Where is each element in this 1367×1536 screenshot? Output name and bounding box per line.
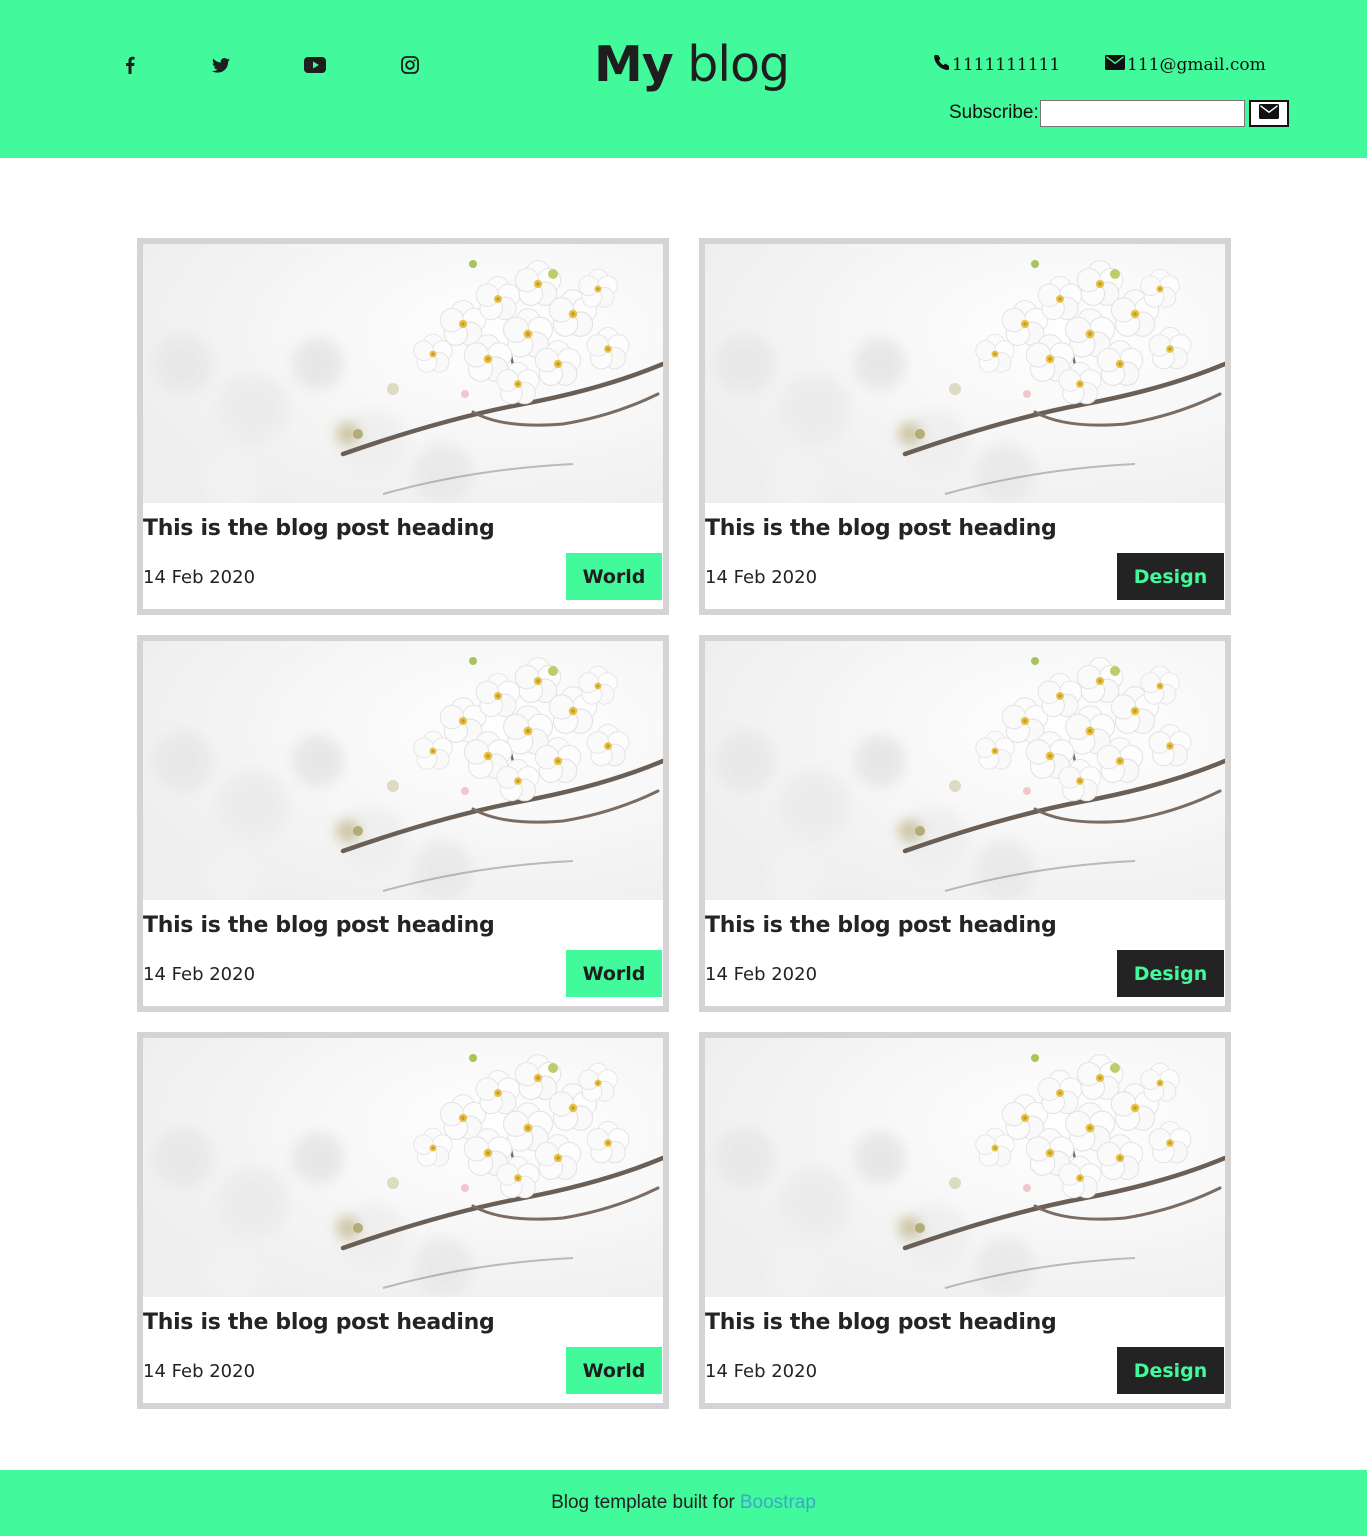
site-header: My blog 1111111111 111@gmail.com Subscri… [0, 0, 1367, 158]
card-heading[interactable]: This is the blog post heading [143, 911, 495, 941]
phone-number: 1111111111 [952, 55, 1061, 75]
card-date: 14 Feb 2020 [705, 964, 818, 985]
phone-icon [934, 54, 950, 76]
blog-card[interactable]: This is the blog post heading 14 Feb 202… [137, 635, 669, 1012]
subscribe-label: Subscribe: [949, 102, 1039, 123]
blog-card[interactable]: This is the blog post heading 14 Feb 202… [699, 635, 1231, 1012]
twitter-icon[interactable] [210, 54, 232, 76]
youtube-icon[interactable] [304, 54, 326, 76]
card-date: 14 Feb 2020 [143, 567, 256, 588]
email-address: 111@gmail.com [1127, 55, 1266, 75]
envelope-icon [1105, 54, 1125, 76]
blog-card[interactable]: This is the blog post heading 14 Feb 202… [137, 1032, 669, 1409]
blog-card[interactable]: This is the blog post heading 14 Feb 202… [699, 238, 1231, 615]
contact-email: 111@gmail.com [1105, 54, 1266, 76]
brand-bold: My [594, 36, 674, 93]
instagram-icon[interactable] [399, 54, 421, 76]
footer-bootstrap-link[interactable]: Boostrap [740, 1492, 816, 1514]
envelope-icon [1258, 104, 1279, 122]
tag-world-button[interactable]: World [566, 950, 662, 997]
card-image[interactable] [143, 244, 663, 503]
tag-design-button[interactable]: Design [1117, 950, 1224, 997]
card-heading[interactable]: This is the blog post heading [705, 1308, 1057, 1338]
subscribe-button[interactable] [1248, 99, 1289, 127]
card-image[interactable] [143, 1038, 663, 1297]
tag-world-button[interactable]: World [566, 1347, 662, 1394]
card-date: 14 Feb 2020 [705, 567, 818, 588]
card-image[interactable] [143, 641, 663, 900]
footer-text: Blog template built for [551, 1492, 735, 1513]
site-logo[interactable]: My blog [594, 34, 790, 96]
card-date: 14 Feb 2020 [143, 964, 256, 985]
facebook-icon[interactable] [119, 54, 141, 76]
tag-world-button[interactable]: World [566, 553, 662, 600]
blog-card[interactable]: This is the blog post heading 14 Feb 202… [699, 1032, 1231, 1409]
card-heading[interactable]: This is the blog post heading [705, 514, 1057, 544]
tag-design-button[interactable]: Design [1117, 1347, 1224, 1394]
card-heading[interactable]: This is the blog post heading [143, 1308, 495, 1338]
subscribe-form: Subscribe: [949, 99, 1289, 127]
card-image[interactable] [705, 641, 1225, 900]
site-footer: Blog template built for Boostrap [0, 1470, 1367, 1536]
card-image[interactable] [705, 244, 1225, 503]
card-image[interactable] [705, 1038, 1225, 1297]
card-heading[interactable]: This is the blog post heading [705, 911, 1057, 941]
tag-design-button[interactable]: Design [1117, 553, 1224, 600]
card-date: 14 Feb 2020 [143, 1361, 256, 1382]
blog-card[interactable]: This is the blog post heading 14 Feb 202… [137, 238, 669, 615]
subscribe-email-input[interactable] [1039, 99, 1245, 127]
contact-phone: 1111111111 [934, 54, 1060, 76]
card-date: 14 Feb 2020 [705, 1361, 818, 1382]
brand-light: blog [687, 36, 790, 93]
card-heading[interactable]: This is the blog post heading [143, 514, 495, 544]
